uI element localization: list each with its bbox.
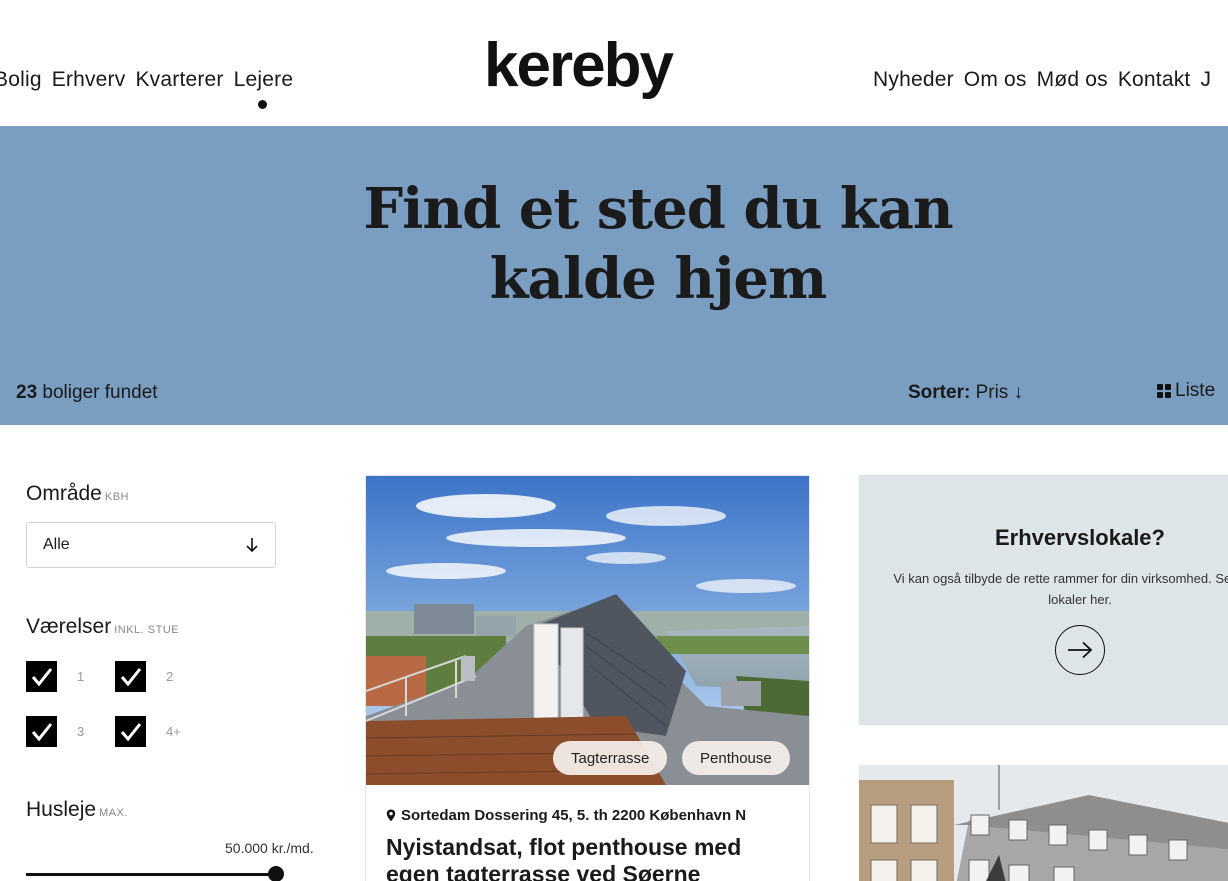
sort-value: Pris ↓ [975,382,1024,403]
main-nav-right: Nyheder Om os Mød os Kontakt J [873,68,1211,92]
results-number: 23 [16,382,38,403]
listing-address-text: Sortedam Dossering 45, 5. th 2200 Københ… [401,807,747,824]
checkmark-icon [31,667,52,686]
kereby-logo[interactable]: kereby [484,30,674,102]
area-filter-title: Område KBH [26,482,129,506]
nav-item-kvarterer[interactable]: Kvarterer [135,68,223,92]
view-toggle-label: Liste [1175,380,1216,401]
rooms-option-label: 2 [166,669,174,684]
promo-arrow-button[interactable] [1055,625,1105,675]
arrow-right-icon [1068,641,1093,659]
listing-card-2-photo[interactable] [859,765,1228,881]
rent-max-value: 50.000 kr./md. [225,840,314,856]
hero-title-line-1: Find et sted du kan [363,176,953,242]
rooms-filter-label: Værelser [26,615,112,638]
rooms-checkbox-1[interactable] [26,661,57,692]
nav-item-truncated[interactable]: J [1200,68,1211,92]
rent-filter-title: Husleje MAX. [26,798,128,822]
promo-title: Erhvervslokale? [995,525,1165,550]
rent-filter-sub: MAX. [99,807,128,819]
rent-filter-label: Husleje [26,798,97,821]
site-header: Bolig Erhverv Kvarterer Lejere kereby Ny… [0,0,1228,126]
rent-slider-track[interactable] [26,873,276,876]
nav-item-kontakt[interactable]: Kontakt [1118,68,1191,92]
listing-photo[interactable] [366,476,809,785]
listing-title[interactable]: Nyistandsat, flot penthouse med egen tag… [386,834,796,881]
hero-banner: Find et sted du kan kalde hjem 23 bolige… [0,126,1228,425]
business-promo-card: Erhvervslokale? Vi kan også tilbyde de r… [859,475,1228,725]
nav-item-nyheder[interactable]: Nyheder [873,68,954,92]
rooms-option-label: 1 [77,669,85,684]
area-select-value: Alle [43,536,70,553]
results-text: boliger fundet [42,382,158,403]
arrow-down-icon [246,538,258,553]
area-filter-label: Område [26,482,102,505]
rent-slider-thumb[interactable] [268,866,284,881]
promo-text: Vi kan også tilbyde de rette rammer for … [893,571,1228,607]
rooms-option-label: 4+ [166,724,181,739]
nav-item-om-os[interactable]: Om os [964,68,1027,92]
listing-card[interactable]: Tagterrasse Penthouse Sortedam Dossering… [365,475,810,881]
checkmark-icon [120,722,141,741]
results-count: 23 boliger fundet [16,382,158,404]
hero-title: Find et sted du kan kalde hjem [0,174,1228,314]
checkmark-icon [31,722,52,741]
nav-item-mod-os[interactable]: Mød os [1037,68,1108,92]
rooms-filter-title: Værelser INKL. STUE [26,615,179,639]
main-nav-left: Bolig Erhverv Kvarterer Lejere [0,68,294,109]
nav-item-bolig[interactable]: Bolig [0,68,42,92]
rooms-option-label: 3 [77,724,85,739]
sort-control[interactable]: Sorter: Pris ↓ [908,382,1023,404]
rooms-checkbox-2[interactable] [115,661,146,692]
sort-label: Sorter: [908,382,971,403]
nav-item-lejere[interactable]: Lejere [234,68,294,109]
grid-view-icon [1157,384,1171,398]
rooms-filter-sub: INKL. STUE [114,624,180,636]
rooftop-terrace-photo [366,476,809,785]
apartment-building-photo [859,765,1228,881]
nav-item-erhverv[interactable]: Erhverv [52,68,126,92]
hero-title-line-2: kalde hjem [489,246,828,312]
listing-address: Sortedam Dossering 45, 5. th 2200 Københ… [386,807,746,824]
checkmark-icon [120,667,141,686]
rooms-checkbox-4plus[interactable] [115,716,146,747]
view-toggle-button[interactable]: Liste [1157,380,1215,402]
area-select[interactable]: Alle [26,522,276,568]
listing-tag[interactable]: Penthouse [682,741,790,775]
rooms-checkbox-3[interactable] [26,716,57,747]
location-pin-icon [386,809,396,822]
listing-tag[interactable]: Tagterrasse [553,741,668,775]
area-filter-sub: KBH [104,491,129,503]
